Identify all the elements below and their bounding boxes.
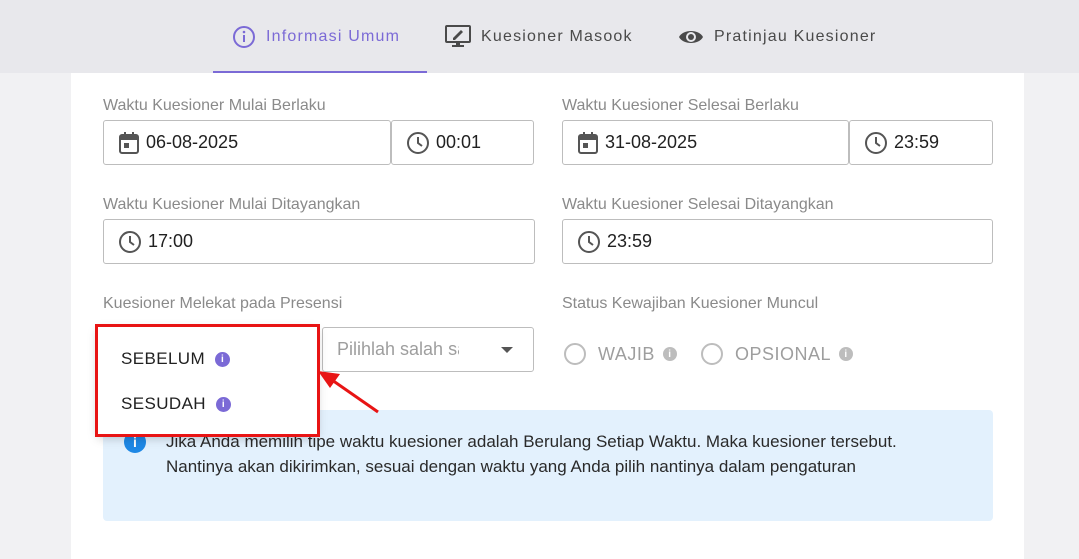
start-valid-label: Waktu Kuesioner Mulai Berlaku: [103, 97, 326, 114]
end-valid-label: Waktu Kuesioner Selesai Berlaku: [562, 97, 799, 114]
tab-informasi-umum[interactable]: Informasi Umum: [232, 0, 400, 73]
start-valid-time-input[interactable]: 00:01: [391, 120, 534, 165]
tab-bar: Informasi Umum Kuesioner Masook Pratinja…: [0, 0, 1079, 73]
radio-label: WAJIB: [598, 343, 655, 364]
tab-label: Informasi Umum: [266, 27, 401, 45]
info-icon: i: [839, 347, 854, 361]
tab-label: Pratinjau Kuesioner: [714, 27, 877, 45]
eye-icon: [679, 30, 703, 43]
radio-circle[interactable]: [701, 343, 723, 365]
clock-icon: [578, 230, 600, 253]
tab-kuesioner-masook[interactable]: Kuesioner Masook: [445, 0, 633, 73]
radio-label: OPSIONAL: [735, 343, 832, 364]
radio-wajib[interactable]: WAJIB i: [564, 343, 677, 365]
option-label: SEBELUM: [121, 349, 206, 368]
end-valid-time-input[interactable]: 23:59: [849, 120, 993, 165]
end-valid-date-input[interactable]: 31-08-2025: [562, 120, 849, 165]
radio-opsional[interactable]: OPSIONAL i: [701, 343, 854, 365]
monitor-edit-icon: [445, 24, 471, 47]
caret-down-icon[interactable]: [501, 347, 513, 353]
start-valid-date-value: 06-08-2025: [146, 132, 239, 152]
end-show-time-value: 23:59: [607, 231, 653, 251]
dropdown-option-sebelum[interactable]: SEBELUM i: [121, 349, 231, 369]
calendar-icon: [578, 131, 598, 154]
end-valid-date-value: 31-08-2025: [605, 132, 698, 152]
info-icon: i: [662, 347, 677, 361]
radio-circle[interactable]: [564, 343, 586, 365]
attached-select-input[interactable]: [337, 339, 459, 360]
start-valid-time-value: 00:01: [436, 132, 482, 152]
calendar-icon: [119, 131, 139, 154]
option-label: SESUDAH: [121, 394, 206, 413]
alert-text: Jika Anda memilih tipe waktu kuesioner a…: [166, 432, 897, 476]
start-show-label: Waktu Kuesioner Mulai Ditayangkan: [103, 196, 361, 213]
info-circle-icon: [233, 25, 255, 48]
dropdown-option-sesudah[interactable]: SESUDAH i: [121, 394, 231, 414]
start-show-time-input[interactable]: 17:00: [103, 219, 535, 264]
presensi-dropdown-menu: SEBELUM i SESUDAH i: [98, 327, 317, 435]
tab-pratinjau-kuesioner[interactable]: Pratinjau Kuesioner: [678, 0, 876, 73]
end-valid-time-value: 23:59: [894, 132, 940, 152]
annotation-arrow-icon: [318, 371, 379, 414]
info-icon: i: [215, 351, 231, 367]
start-valid-date-input[interactable]: 06-08-2025: [103, 120, 391, 165]
end-show-label: Waktu Kuesioner Selesai Ditayangkan: [562, 196, 834, 213]
status-label: Status Kewajiban Kuesioner Muncul: [562, 295, 819, 312]
info-icon: i: [216, 396, 231, 412]
start-show-time-value: 17:00: [148, 231, 194, 251]
clock-icon: [865, 131, 887, 154]
end-show-time-input[interactable]: 23:59: [562, 219, 993, 264]
clock-icon: [407, 131, 429, 154]
clock-icon: [119, 230, 141, 253]
attached-label: Kuesioner Melekat pada Presensi: [103, 295, 343, 312]
tab-label: Kuesioner Masook: [481, 27, 633, 45]
